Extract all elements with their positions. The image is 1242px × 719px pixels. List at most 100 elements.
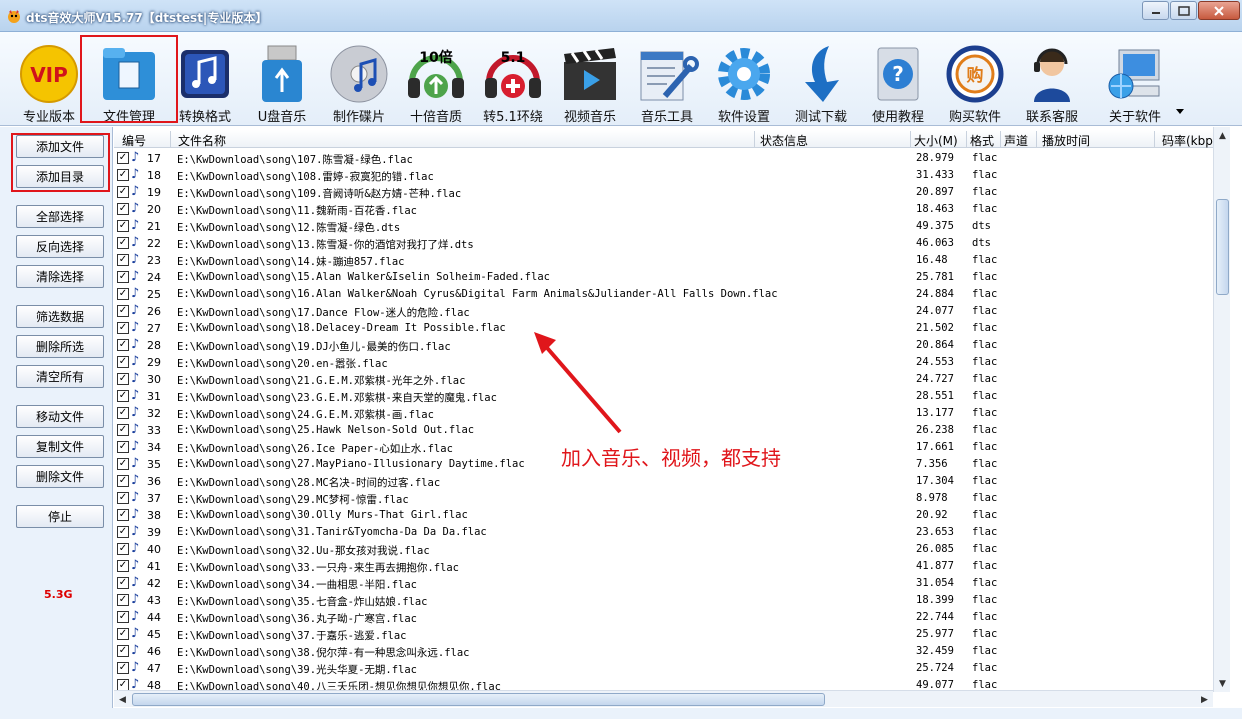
copy-files-button[interactable]: 复制文件 <box>16 435 104 458</box>
minimize-button[interactable] <box>1142 1 1169 20</box>
row-checkbox[interactable]: ✓ <box>117 475 129 487</box>
row-checkbox[interactable]: ✓ <box>117 645 129 657</box>
table-row[interactable]: ✓ ♪ 39 E:\KwDownload\song\31.Tanir&Tyomcha-… <box>114 524 1214 541</box>
toolbar-support[interactable]: 联系客服 <box>1013 36 1091 125</box>
table-row[interactable]: ✓ ♪ 43 E:\KwDownload\song\35.七音盒-炸山姑娘.flac 1… <box>114 592 1214 609</box>
row-checkbox[interactable]: ✓ <box>117 492 129 504</box>
table-row[interactable]: ✓ ♪ 21 E:\KwDownload\song\12.陈雪凝-绿色.dts 49.3… <box>114 218 1214 235</box>
row-checkbox[interactable]: ✓ <box>117 509 129 521</box>
row-checkbox[interactable]: ✓ <box>117 373 129 385</box>
row-checkbox[interactable]: ✓ <box>117 152 129 164</box>
col-filename-header[interactable]: 文件名称 <box>178 132 226 149</box>
table-row[interactable]: ✓ ♪ 36 E:\KwDownload\song\28.MC名决-时间的过客.fla… <box>114 473 1214 490</box>
table-row[interactable]: ✓ ♪ 41 E:\KwDownload\song\33.一只舟-来生再去拥抱你.fl… <box>114 558 1214 575</box>
toolbar-settings[interactable]: 软件设置 <box>705 36 783 125</box>
table-row[interactable]: ✓ ♪ 29 E:\KwDownload\song\20.en-嚣张.flac 24.5… <box>114 354 1214 371</box>
row-checkbox[interactable]: ✓ <box>117 407 129 419</box>
maximize-button[interactable] <box>1170 1 1197 20</box>
table-row[interactable]: ✓ ♪ 18 E:\KwDownload\song\108.雷婷-寂寞犯的错.flac… <box>114 167 1214 184</box>
col-duration-header[interactable]: 播放时间 <box>1042 132 1090 149</box>
table-row[interactable]: ✓ ♪ 45 E:\KwDownload\song\37.于嘉乐-逃爱.flac 25.… <box>114 626 1214 643</box>
row-checkbox[interactable]: ✓ <box>117 169 129 181</box>
table-row[interactable]: ✓ ♪ 23 E:\KwDownload\song\14.妹-蹦迪857.flac 16… <box>114 252 1214 269</box>
row-checkbox[interactable]: ✓ <box>117 288 129 300</box>
file-table[interactable]: 编号 文件名称 状态信息 大小(M) 格式 声道 播放时间 码率(kbps ✓ ♪… <box>114 127 1214 692</box>
stop-button[interactable]: 停止 <box>16 505 104 528</box>
table-row[interactable]: ✓ ♪ 20 E:\KwDownload\song\11.魏新雨-百花香.flac 18… <box>114 201 1214 218</box>
row-checkbox[interactable]: ✓ <box>117 526 129 538</box>
col-format-header[interactable]: 格式 <box>970 132 994 149</box>
row-checkbox[interactable]: ✓ <box>117 577 129 589</box>
row-checkbox[interactable]: ✓ <box>117 356 129 368</box>
row-checkbox[interactable]: ✓ <box>117 611 129 623</box>
toolbar-make-cd[interactable]: 制作碟片 <box>320 36 398 125</box>
scroll-up-arrow-icon[interactable]: ▲ <box>1214 127 1231 144</box>
vertical-scroll-thumb[interactable] <box>1216 199 1229 295</box>
row-checkbox[interactable]: ✓ <box>117 441 129 453</box>
col-bitrate-header[interactable]: 码率(kbps <box>1162 132 1214 149</box>
toolbar-usb[interactable]: U盘音乐 <box>243 36 321 125</box>
toolbar-video-music[interactable]: 视频音乐 <box>551 36 629 125</box>
col-channel-header[interactable]: 声道 <box>1004 132 1028 149</box>
scroll-right-arrow-icon[interactable]: ▶ <box>1196 691 1213 708</box>
table-row[interactable]: ✓ ♪ 31 E:\KwDownload\song\23.G.E.M.邓紫棋-来自天堂… <box>114 388 1214 405</box>
scroll-left-arrow-icon[interactable]: ◀ <box>114 691 131 708</box>
invert-selection-button[interactable]: 反向选择 <box>16 235 104 258</box>
move-files-button[interactable]: 移动文件 <box>16 405 104 428</box>
table-row[interactable]: ✓ ♪ 47 E:\KwDownload\song\39.光头华夏-无期.flac 25… <box>114 660 1214 677</box>
row-checkbox[interactable]: ✓ <box>117 560 129 572</box>
row-checkbox[interactable]: ✓ <box>117 322 129 334</box>
col-status-header[interactable]: 状态信息 <box>760 132 808 149</box>
table-row[interactable]: ✓ ♪ 33 E:\KwDownload\song\25.Hawk Nelson-So… <box>114 422 1214 439</box>
row-checkbox[interactable]: ✓ <box>117 186 129 198</box>
scroll-down-arrow-icon[interactable]: ▼ <box>1214 675 1231 692</box>
row-checkbox[interactable]: ✓ <box>117 424 129 436</box>
row-checkbox[interactable]: ✓ <box>117 203 129 215</box>
clear-selection-button[interactable]: 清除选择 <box>16 265 104 288</box>
row-checkbox[interactable]: ✓ <box>117 305 129 317</box>
table-row[interactable]: ✓ ♪ 25 E:\KwDownload\song\16.Alan Walker&No… <box>114 286 1214 303</box>
table-row[interactable]: ✓ ♪ 27 E:\KwDownload\song\18.Delacey-Dream … <box>114 320 1214 337</box>
table-row[interactable]: ✓ ♪ 40 E:\KwDownload\song\32.Uu-那女孩对我说.flac… <box>114 541 1214 558</box>
toolbar-test-download[interactable]: 测试下载 <box>782 36 860 125</box>
table-row[interactable]: ✓ ♪ 22 E:\KwDownload\song\13.陈雪凝-你的酒馆对我打了烊.… <box>114 235 1214 252</box>
row-checkbox[interactable]: ✓ <box>117 237 129 249</box>
table-row[interactable]: ✓ ♪ 32 E:\KwDownload\song\24.G.E.M.邓紫棋-画.fl… <box>114 405 1214 422</box>
table-row[interactable]: ✓ ♪ 19 E:\KwDownload\song\109.音阙诗听&赵方婧-芒种.f… <box>114 184 1214 201</box>
col-number-header[interactable]: 编号 <box>122 132 146 149</box>
row-checkbox[interactable]: ✓ <box>117 339 129 351</box>
toolbar-music-tools[interactable]: 音乐工具 <box>628 36 706 125</box>
table-row[interactable]: ✓ ♪ 26 E:\KwDownload\song\17.Dance Flow-迷人的… <box>114 303 1214 320</box>
table-row[interactable]: ✓ ♪ 46 E:\KwDownload\song\38.倪尔萍-有一种思念叫永远.f… <box>114 643 1214 660</box>
row-checkbox[interactable]: ✓ <box>117 628 129 640</box>
horizontal-scroll-thumb[interactable] <box>132 693 825 706</box>
col-size-header[interactable]: 大小(M) <box>914 132 958 149</box>
table-row[interactable]: ✓ ♪ 17 E:\KwDownload\song\107.陈雪凝-绿色.flac 28… <box>114 150 1214 167</box>
toolbar-vip[interactable]: VIP 专业版本 <box>10 36 88 125</box>
row-checkbox[interactable]: ✓ <box>117 458 129 470</box>
toolbar-tutorial[interactable]: ? 使用教程 <box>859 36 937 125</box>
delete-selected-button[interactable]: 删除所选 <box>16 335 104 358</box>
row-checkbox[interactable]: ✓ <box>117 254 129 266</box>
row-checkbox[interactable]: ✓ <box>117 594 129 606</box>
table-row[interactable]: ✓ ♪ 38 E:\KwDownload\song\30.Olly Murs-That… <box>114 507 1214 524</box>
horizontal-scrollbar[interactable]: ◀ ▶ <box>114 690 1213 707</box>
row-checkbox[interactable]: ✓ <box>117 271 129 283</box>
row-checkbox[interactable]: ✓ <box>117 543 129 555</box>
select-all-button[interactable]: 全部选择 <box>16 205 104 228</box>
table-row[interactable]: ✓ ♪ 37 E:\KwDownload\song\29.MC梦柯-惊雷.flac 8.… <box>114 490 1214 507</box>
toolbar-51-surround[interactable]: 5.1 转5.1环绕 <box>474 36 552 125</box>
toolbar-buy[interactable]: 购 购买软件 <box>936 36 1014 125</box>
table-row[interactable]: ✓ ♪ 28 E:\KwDownload\song\19.DJ小鱼儿-最美的伤口.fl… <box>114 337 1214 354</box>
table-row[interactable]: ✓ ♪ 44 E:\KwDownload\song\36.丸子呦-广寒宫.flac 22… <box>114 609 1214 626</box>
close-button[interactable] <box>1198 1 1240 20</box>
toolbar-about[interactable]: 关于软件 <box>1096 36 1174 125</box>
vertical-scrollbar[interactable]: ▲ ▼ <box>1213 127 1230 692</box>
table-row[interactable]: ✓ ♪ 24 E:\KwDownload\song\15.Alan Walker&Is… <box>114 269 1214 286</box>
row-checkbox[interactable]: ✓ <box>117 662 129 674</box>
table-row[interactable]: ✓ ♪ 30 E:\KwDownload\song\21.G.E.M.邓紫棋-光年之外… <box>114 371 1214 388</box>
toolbar-10x-quality[interactable]: 10倍 十倍音质 <box>397 36 475 125</box>
row-checkbox[interactable]: ✓ <box>117 390 129 402</box>
clear-all-button[interactable]: 清空所有 <box>16 365 104 388</box>
table-row[interactable]: ✓ ♪ 42 E:\KwDownload\song\34.一曲相思-半阳.flac 31… <box>114 575 1214 592</box>
